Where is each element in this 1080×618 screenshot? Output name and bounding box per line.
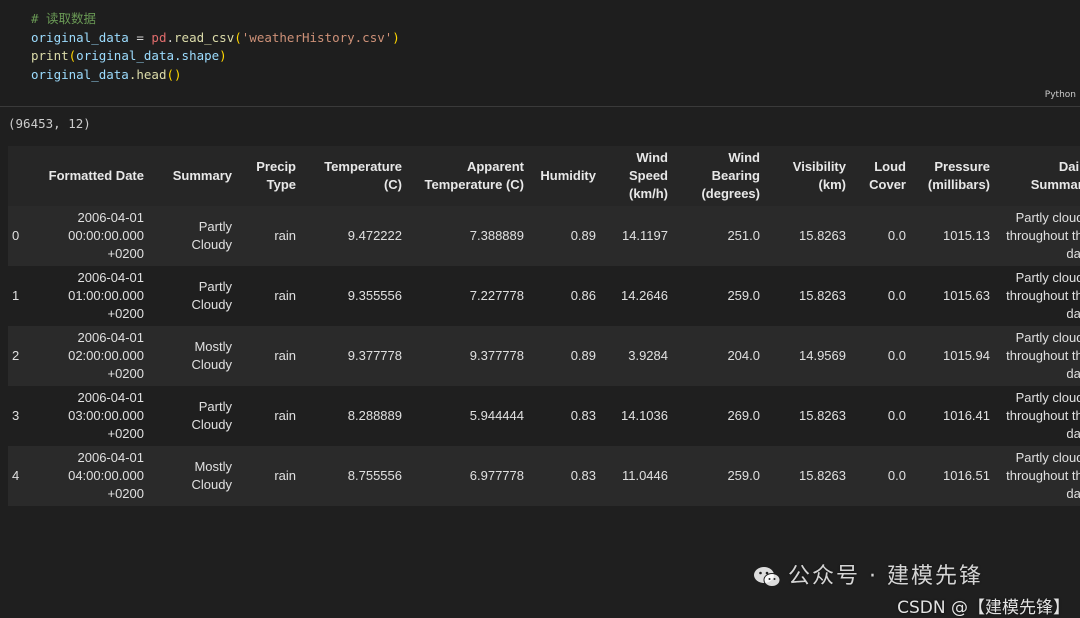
column-header: Wind Bearing (degrees) <box>674 146 766 206</box>
row-index: 0 <box>8 206 30 266</box>
table-cell: 9.472222 <box>302 206 408 266</box>
column-header: Apparent Temperature (C) <box>408 146 530 206</box>
shape-output: (96453, 12) <box>8 116 91 131</box>
table-cell: 9.377778 <box>302 326 408 386</box>
row-index: 2 <box>8 326 30 386</box>
table-cell: 2006-04-01 00:00:00.000 +0200 <box>30 206 150 266</box>
table-cell: 0.86 <box>530 266 602 326</box>
table-cell: 0.83 <box>530 386 602 446</box>
code-cell[interactable]: # 读取数据 original_data = pd.read_csv('weat… <box>0 0 1080 107</box>
table-cell: Partly cloudy throughout the day. <box>996 206 1080 266</box>
table-cell: 2006-04-01 02:00:00.000 +0200 <box>30 326 150 386</box>
column-header-index <box>8 146 30 206</box>
wechat-watermark-text: 公众号 · 建模先锋 <box>788 564 983 589</box>
table-cell: rain <box>238 326 302 386</box>
table-cell: Partly cloudy throughout the day. <box>996 386 1080 446</box>
table-cell: 2006-04-01 01:00:00.000 +0200 <box>30 266 150 326</box>
table-cell: 0.0 <box>852 446 912 506</box>
table-cell: 15.8263 <box>766 266 852 326</box>
table-cell: 3.9284 <box>602 326 674 386</box>
table-cell: 1015.94 <box>912 326 996 386</box>
row-index: 3 <box>8 386 30 446</box>
table-cell: 8.755556 <box>302 446 408 506</box>
table-cell: 0.0 <box>852 386 912 446</box>
table-cell: Partly Cloudy <box>150 266 238 326</box>
code-editor[interactable]: # 读取数据 original_data = pd.read_csv('weat… <box>31 10 400 84</box>
table-cell: Partly cloudy throughout the day. <box>996 326 1080 386</box>
table-cell: 15.8263 <box>766 206 852 266</box>
table-cell: Mostly Cloudy <box>150 326 238 386</box>
table-cell: 8.288889 <box>302 386 408 446</box>
table-cell: 5.944444 <box>408 386 530 446</box>
column-header: Humidity <box>530 146 602 206</box>
table-header-row: Formatted Date Summary Precip Type Tempe… <box>8 146 1080 206</box>
table-cell: rain <box>238 446 302 506</box>
table-cell: Partly cloudy throughout the day. <box>996 266 1080 326</box>
table-cell: 1015.13 <box>912 206 996 266</box>
table-cell: 1015.63 <box>912 266 996 326</box>
table-cell: 0.83 <box>530 446 602 506</box>
table-cell: 14.9569 <box>766 326 852 386</box>
table-cell: 1016.51 <box>912 446 996 506</box>
column-header: Summary <box>150 146 238 206</box>
table-cell: 204.0 <box>674 326 766 386</box>
table-cell: rain <box>238 266 302 326</box>
table-row: 1 2006-04-01 01:00:00.000 +0200 Partly Clo… <box>8 266 1080 326</box>
table-cell: 9.355556 <box>302 266 408 326</box>
code-line-3: original_data.head() <box>31 66 182 82</box>
column-header: Temperature (C) <box>302 146 408 206</box>
table-cell: 0.0 <box>852 326 912 386</box>
table-cell: Partly Cloudy <box>150 206 238 266</box>
table-cell: 0.89 <box>530 206 602 266</box>
code-line-1: original_data = pd.read_csv('weatherHist… <box>31 29 400 45</box>
dataframe-table: Formatted Date Summary Precip Type Tempe… <box>8 146 1080 506</box>
table-cell: 259.0 <box>674 446 766 506</box>
column-header: Loud Cover <box>852 146 912 206</box>
table-cell: 11.0446 <box>602 446 674 506</box>
table-cell: 14.1197 <box>602 206 674 266</box>
cell-language-label[interactable]: Python <box>1045 90 1076 100</box>
table-cell: 15.8263 <box>766 446 852 506</box>
table-cell: Mostly Cloudy <box>150 446 238 506</box>
table-cell: 7.388889 <box>408 206 530 266</box>
table-row: 4 2006-04-01 04:00:00.000 +0200 Mostly Clo… <box>8 446 1080 506</box>
table-row: 3 2006-04-01 03:00:00.000 +0200 Partly Clo… <box>8 386 1080 446</box>
table-cell: 9.377778 <box>408 326 530 386</box>
table-cell: 0.89 <box>530 326 602 386</box>
table-cell: 2006-04-01 04:00:00.000 +0200 <box>30 446 150 506</box>
column-header: Wind Speed (km/h) <box>602 146 674 206</box>
table-cell: 251.0 <box>674 206 766 266</box>
row-index: 1 <box>8 266 30 326</box>
table-cell: Partly cloudy throughout the day. <box>996 446 1080 506</box>
csdn-watermark: CSDN @【建模先锋】 <box>897 598 1070 618</box>
table-cell: 0.0 <box>852 266 912 326</box>
table-cell: rain <box>238 386 302 446</box>
column-header: Daily Summary <box>996 146 1080 206</box>
table-cell: 269.0 <box>674 386 766 446</box>
table-row: 0 2006-04-01 00:00:00.000 +0200 Partly Clo… <box>8 206 1080 266</box>
code-line-2: print(original_data.shape) <box>31 48 227 63</box>
cell-output: (96453, 12) Formatted Date Summary Preci… <box>0 107 1080 618</box>
table-cell: 0.0 <box>852 206 912 266</box>
table-cell: rain <box>238 206 302 266</box>
column-header: Pressure (millibars) <box>912 146 996 206</box>
table-cell: 2006-04-01 03:00:00.000 +0200 <box>30 386 150 446</box>
table-row: 2 2006-04-01 02:00:00.000 +0200 Mostly Clo… <box>8 326 1080 386</box>
column-header: Formatted Date <box>30 146 150 206</box>
table-cell: 14.1036 <box>602 386 674 446</box>
column-header: Precip Type <box>238 146 302 206</box>
code-comment: # 读取数据 <box>31 11 97 26</box>
table-cell: 6.977778 <box>408 446 530 506</box>
table-cell: 14.2646 <box>602 266 674 326</box>
table-cell: 7.227778 <box>408 266 530 326</box>
row-index: 4 <box>8 446 30 506</box>
table-cell: Partly Cloudy <box>150 386 238 446</box>
wechat-icon <box>754 567 781 587</box>
table-cell: 1016.41 <box>912 386 996 446</box>
table-cell: 259.0 <box>674 266 766 326</box>
table-cell: 15.8263 <box>766 386 852 446</box>
column-header: Visibility (km) <box>766 146 852 206</box>
wechat-watermark: 公众号 · 建模先锋 <box>752 558 983 590</box>
